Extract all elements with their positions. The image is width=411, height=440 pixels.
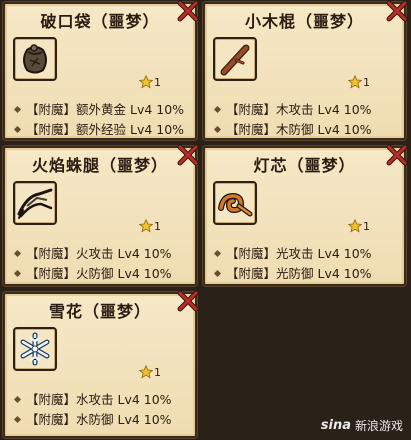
attr-text: 【附魔】木攻击 Lv4 10% (226, 102, 372, 117)
star-count: 1 (139, 365, 161, 379)
star-icon (348, 75, 362, 89)
star-icon (139, 75, 153, 89)
attr-text: 【附魔】水防御 Lv4 10% (26, 412, 172, 427)
watermark-text: 新浪游戏 (354, 419, 403, 433)
attr-text: 【附魔】额外经验 Lv4 10% (26, 122, 185, 137)
card-title: 破口袋（噩梦） (40, 12, 160, 31)
item-card-small-stick: 小木棍（噩梦） 1 【附魔】木攻击 Lv4 10% 【附魔】木防御 Lv4 10… (203, 0, 408, 140)
attr-text: 【附魔】额外黄金 Lv4 10% (26, 102, 185, 117)
star-count-value: 1 (154, 219, 161, 233)
attr-text: 【附魔】光攻击 Lv4 10% (226, 246, 372, 261)
attr-text: 【附魔】光防御 Lv4 10% (226, 266, 372, 281)
enchant-attr: 【附魔】额外黄金 Lv4 10% (13, 99, 185, 118)
card-title: 灯芯（噩梦） (253, 156, 356, 175)
attr-text: 【附魔】木防御 Lv4 10% (226, 122, 372, 137)
star-count: 1 (139, 219, 161, 233)
wick-icon[interactable] (213, 181, 257, 225)
star-count: 1 (348, 219, 370, 233)
item-card-broken-bag: 破口袋（噩梦） 1 【附魔】额外黄金 Lv4 10% 【附魔】额外经验 Lv4 … (3, 0, 199, 140)
spider-leg-icon[interactable] (13, 181, 57, 225)
star-count-value: 1 (154, 75, 161, 89)
star-count-value: 1 (363, 219, 370, 233)
enchant-attr: 【附魔】水防御 Lv4 10% (13, 409, 172, 428)
item-card-wick: 灯芯（噩梦） 1 【附魔】光攻击 Lv4 10% 【附魔】光防御 Lv4 10% (203, 144, 408, 286)
attr-text: 【附魔】火防御 Lv4 10% (26, 266, 172, 281)
star-icon (139, 365, 153, 379)
star-icon (139, 219, 153, 233)
star-count: 1 (139, 75, 161, 89)
star-count-value: 1 (363, 75, 370, 89)
card-title: 小木棍（噩梦） (244, 12, 364, 31)
enchant-attr: 【附魔】火防御 Lv4 10% (13, 263, 172, 282)
broken-bag-icon[interactable] (13, 37, 57, 81)
card-title: 雪花（噩梦） (48, 302, 151, 321)
enchant-attr: 【附魔】木攻击 Lv4 10% (213, 99, 372, 118)
enchant-attr: 【附魔】木防御 Lv4 10% (213, 119, 372, 138)
card-title: 火焰蛛腿（噩梦） (31, 156, 168, 175)
snowflake-icon[interactable] (13, 327, 57, 371)
stick-icon[interactable] (213, 37, 257, 81)
close-icon[interactable] (386, 144, 408, 166)
attr-text: 【附魔】火攻击 Lv4 10% (26, 246, 172, 261)
close-icon[interactable] (177, 144, 199, 166)
star-count: 1 (348, 75, 370, 89)
enchant-attr: 【附魔】火攻击 Lv4 10% (13, 243, 172, 262)
close-icon[interactable] (386, 0, 408, 22)
star-icon (348, 219, 362, 233)
attr-text: 【附魔】水攻击 Lv4 10% (26, 392, 172, 407)
item-card-snowflake: 雪花（噩梦） 1 【附魔】水攻击 Lv4 10% 【附魔】水防御 Lv4 10% (3, 290, 199, 438)
watermark-brand: sina (320, 418, 351, 433)
watermark: sina 新浪游戏 (321, 417, 403, 434)
enchant-attr: 【附魔】额外经验 Lv4 10% (13, 119, 185, 138)
close-icon[interactable] (177, 290, 199, 312)
close-icon[interactable] (177, 0, 199, 22)
enchant-attr: 【附魔】光防御 Lv4 10% (213, 263, 372, 282)
star-count-value: 1 (154, 365, 161, 379)
item-card-flame-spider-leg: 火焰蛛腿（噩梦） 1 【附魔】火攻击 Lv4 10% 【附魔】火防御 Lv4 1… (3, 144, 199, 286)
enchant-attr: 【附魔】光攻击 Lv4 10% (213, 243, 372, 262)
enchant-attr: 【附魔】水攻击 Lv4 10% (13, 389, 172, 408)
